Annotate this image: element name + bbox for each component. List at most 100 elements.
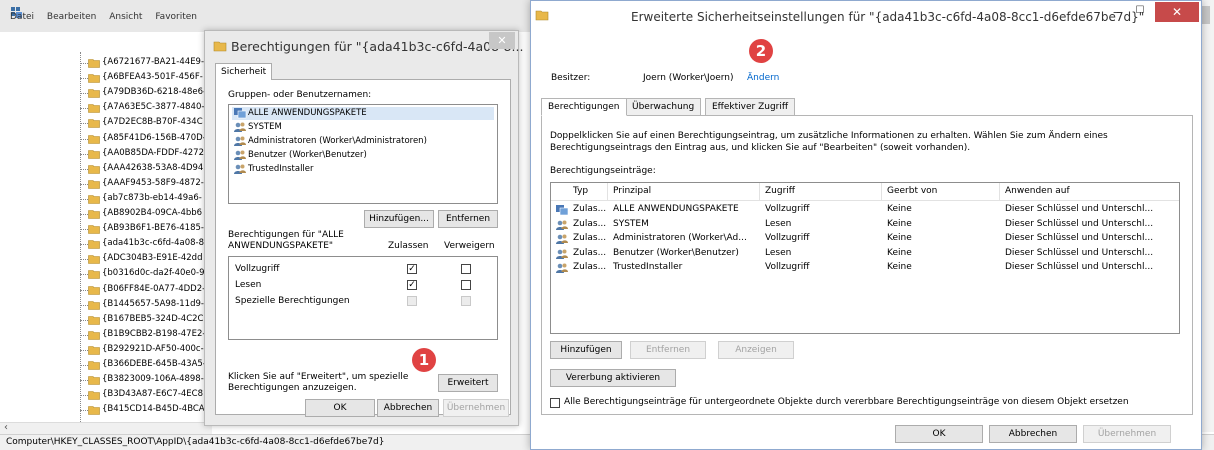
permissions-apply-button[interactable]: Übernehmen	[443, 399, 509, 417]
groups-label: Gruppen- oder Benutzernamen:	[228, 90, 372, 100]
scroll-left-icon[interactable]: ‹	[4, 422, 8, 433]
tree-connector	[80, 274, 88, 276]
allow-checkbox[interactable]	[407, 296, 417, 306]
folder-icon	[88, 149, 100, 159]
enable-inheritance-button[interactable]: Vererbung aktivieren	[550, 369, 676, 387]
tree-item[interactable]: {ADC304B3-E91E-42dd	[0, 252, 212, 266]
tree-item[interactable]: {A6721677-BA21-44E9-	[0, 56, 212, 70]
folder-icon	[88, 300, 100, 310]
tree-horizontal-scrollbar[interactable]: ‹	[0, 422, 212, 434]
folder-icon	[88, 88, 100, 98]
tree-item-label: {ab7c873b-eb14-49a6-	[102, 192, 202, 203]
tree-item[interactable]: {B1445657-5A98-11d9-	[0, 298, 212, 312]
tree-item[interactable]: {AAAF9453-58F9-4872-	[0, 177, 212, 191]
allow-checkbox[interactable]: ✓	[407, 280, 417, 290]
tree-item[interactable]: {A7A63E5C-3877-4840-	[0, 101, 212, 115]
group-item[interactable]: ALLE ANWENDUNGSPAKETE	[232, 107, 494, 120]
remove-entry-button[interactable]: Entfernen	[630, 341, 706, 359]
tree-item[interactable]: {AAA42638-53A8-4D94	[0, 162, 212, 176]
permission-row: Spezielle Berechtigungen	[235, 295, 495, 309]
tree-item[interactable]: {B3823009-106A-4898-	[0, 373, 212, 387]
tree-connector	[80, 304, 88, 306]
tree-item[interactable]: {B167BEB5-324D-4C2C	[0, 313, 212, 327]
tree-item[interactable]: {AB93B6F1-BE76-4185-	[0, 222, 212, 236]
group-item[interactable]: Administratoren (Worker\Administratoren)	[232, 135, 494, 148]
advanced-apply-button[interactable]: Übernehmen	[1083, 425, 1171, 443]
add-entry-button[interactable]: Hinzufügen	[550, 341, 622, 359]
minimize-icon[interactable]: –	[1105, 5, 1127, 23]
tree-item[interactable]: {AA0B85DA-FDDF-4272	[0, 147, 212, 161]
column-typ[interactable]: Typ	[573, 186, 588, 196]
tree-item[interactable]: {b0316d0c-da2f-40e0-9	[0, 267, 212, 281]
tree-item-label: {B292921D-AF50-400c-	[102, 343, 204, 354]
maximize-icon[interactable]: ☐	[1129, 5, 1151, 23]
table-row[interactable]: Zulas... Administratoren (Worker\Ad... Vol…	[551, 232, 1179, 246]
deny-checkbox[interactable]	[461, 296, 471, 306]
tree-item[interactable]: {B3D43A87-E6C7-4EC8	[0, 388, 212, 402]
change-owner-link[interactable]: Ändern	[747, 73, 779, 83]
column-anwenden-auf[interactable]: Anwenden auf	[1005, 186, 1070, 196]
advanced-close-icon[interactable]: ✕	[1155, 2, 1199, 22]
users-icon	[233, 149, 247, 161]
tree-item[interactable]: {B1B9CBB2-B198-47E2-	[0, 328, 212, 342]
tree-item[interactable]: {A79DB36D-6218-48e6-	[0, 86, 212, 100]
group-item[interactable]: TrustedInstaller	[232, 163, 494, 176]
tree-item[interactable]: {A6BFEA43-501F-456F-	[0, 71, 212, 85]
tree-item[interactable]: {B415CD14-B45D-4BCA	[0, 403, 212, 417]
permissions-cancel-button[interactable]: Abbrechen	[377, 399, 439, 417]
entry-applies: Dieser Schlüssel und Unterschl...	[1005, 262, 1154, 272]
tree-item[interactable]: {A7D2EC8B-B70F-434C	[0, 116, 212, 130]
tree-item-label: {B3823009-106A-4898-	[102, 374, 204, 385]
tree-item[interactable]: {B06FF84E-0A77-4DD2-	[0, 283, 212, 297]
advanced-ok-button[interactable]: OK	[895, 425, 983, 443]
view-entry-button[interactable]: Anzeigen	[718, 341, 794, 359]
menu-bearbeiten[interactable]: Bearbeiten	[47, 12, 96, 22]
table-row[interactable]: Zulas... TrustedInstaller Vollzugriff Keine…	[551, 261, 1179, 275]
tab-sicherheit[interactable]: Sicherheit	[215, 63, 273, 80]
folder-icon	[88, 315, 100, 325]
entry-access: Vollzugriff	[765, 262, 810, 272]
tab-effektiver-zugriff[interactable]: Effektiver Zugriff	[705, 98, 796, 116]
registry-tree[interactable]: {A6721677-BA21-44E9- {A6BFEA43-501F-456F-…	[0, 52, 212, 422]
group-list[interactable]: ALLE ANWENDUNGSPAKETE SYSTEM Administrator…	[228, 104, 498, 204]
tree-item[interactable]: {A85F41D6-156B-470D-	[0, 132, 212, 146]
tree-item[interactable]: {AB8902B4-09CA-4bb6	[0, 207, 212, 221]
column-zugriff[interactable]: Zugriff	[765, 186, 795, 196]
tree-connector	[80, 168, 88, 170]
menu-datei[interactable]: Datei	[10, 12, 34, 22]
tab-berechtigungen[interactable]: Berechtigungen	[541, 98, 627, 116]
tree-item[interactable]: {B366DEBE-645B-43A5-	[0, 358, 212, 372]
tree-item[interactable]: {B292921D-AF50-400c-	[0, 343, 212, 357]
group-item-label: SYSTEM	[248, 122, 282, 132]
tree-item[interactable]: {ab7c873b-eb14-49a6-	[0, 192, 212, 206]
advanced-button[interactable]: Erweitert	[438, 374, 498, 392]
permission-entries-table[interactable]: Typ Prinzipal Zugriff Geerbt von Anwende…	[550, 182, 1180, 334]
column-geerbt-von[interactable]: Geerbt von	[887, 186, 937, 196]
add-group-button[interactable]: Hinzufügen...	[364, 210, 434, 228]
remove-group-button[interactable]: Entfernen	[438, 210, 498, 228]
tab-ueberwachung[interactable]: Überwachung	[625, 98, 702, 116]
table-header: Typ Prinzipal Zugriff Geerbt von Anwende…	[551, 183, 1179, 201]
column-prinzipal[interactable]: Prinzipal	[613, 186, 651, 196]
advanced-cancel-button[interactable]: Abbrechen	[989, 425, 1077, 443]
permissions-close-icon[interactable]: ✕	[489, 32, 515, 49]
tree-item-label: {B06FF84E-0A77-4DD2-	[102, 283, 206, 294]
table-row[interactable]: Zulas... Benutzer (Worker\Benutzer) Lesen K…	[551, 247, 1179, 261]
permission-name: Lesen	[235, 280, 262, 290]
tree-connector	[80, 259, 88, 261]
table-row[interactable]: Zulas... SYSTEM Lesen Keine Dieser Schlüssel…	[551, 218, 1179, 232]
deny-checkbox[interactable]	[461, 264, 471, 274]
group-item[interactable]: SYSTEM	[232, 121, 494, 134]
permissions-title: Berechtigungen für "{ada41b3c-c6fd-4a08-…	[231, 39, 524, 54]
menu-ansicht[interactable]: Ansicht	[109, 12, 142, 22]
table-row[interactable]: Zulas... ALLE ANWENDUNGSPAKETE Vollzugriff…	[551, 203, 1179, 217]
tree-item-label: {AB93B6F1-BE76-4185-	[102, 223, 204, 234]
permissions-ok-button[interactable]: OK	[305, 399, 375, 417]
permission-name: Spezielle Berechtigungen	[235, 296, 350, 306]
replace-child-entries-checkbox[interactable]	[550, 398, 560, 408]
deny-checkbox[interactable]	[461, 280, 471, 290]
group-item[interactable]: Benutzer (Worker\Benutzer)	[232, 149, 494, 162]
menu-favoriten[interactable]: Favoriten	[155, 12, 197, 22]
allow-checkbox[interactable]: ✓	[407, 264, 417, 274]
tree-item[interactable]: {ada41b3c-c6fd-4a08-8	[0, 237, 212, 251]
